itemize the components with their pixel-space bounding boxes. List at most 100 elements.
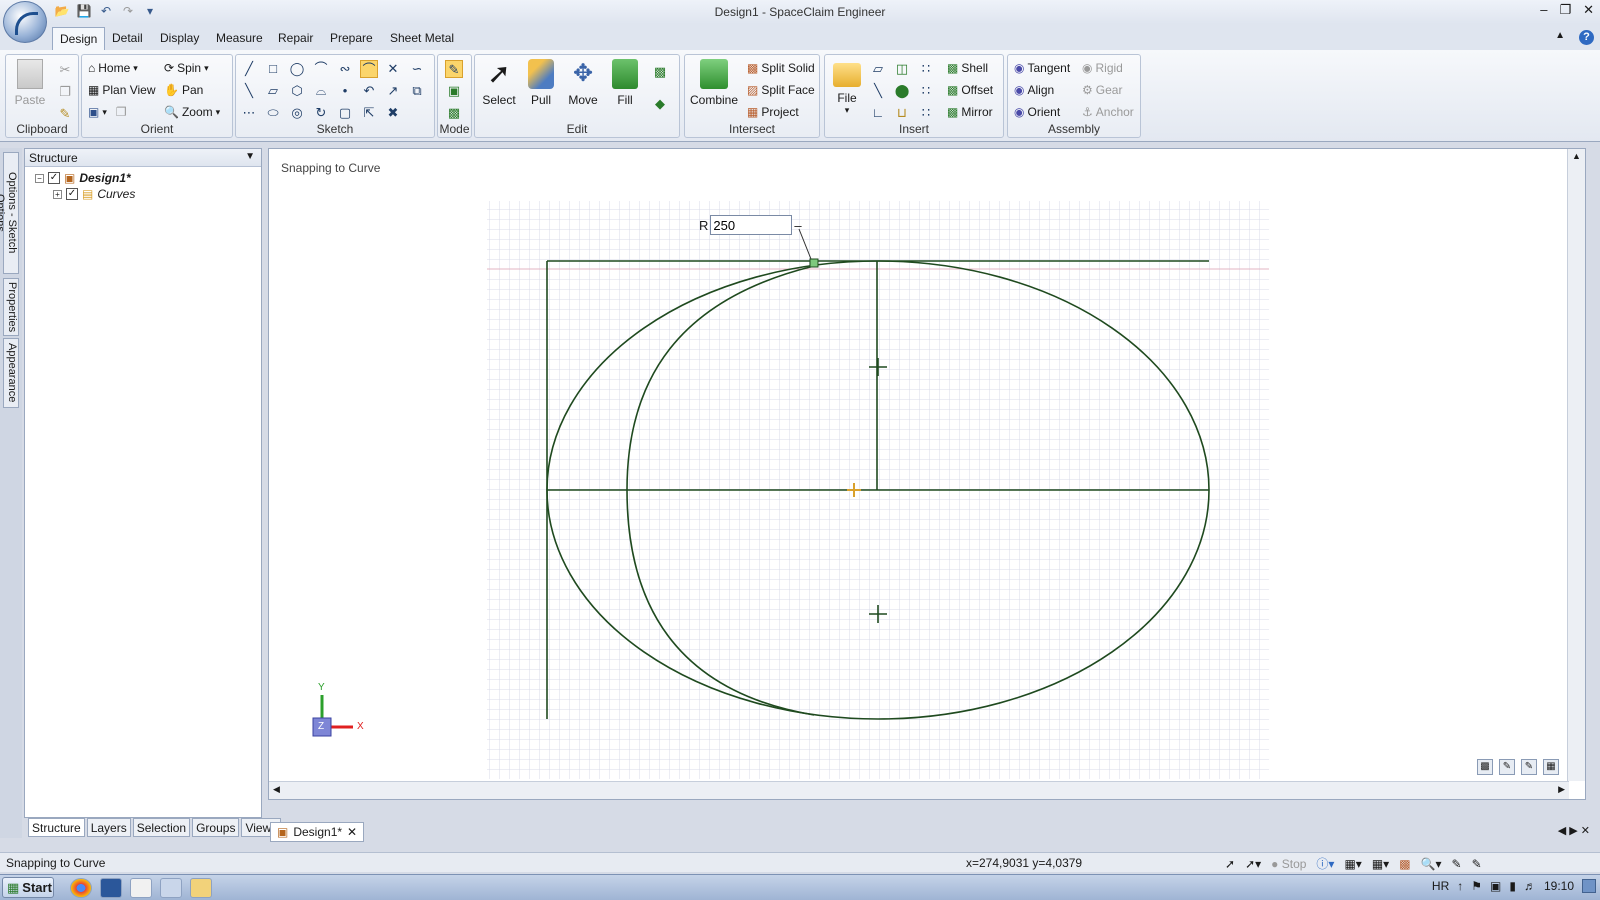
vertical-scrollbar[interactable]: ▲ bbox=[1567, 149, 1585, 781]
corner-icon[interactable]: ↻ bbox=[312, 104, 330, 122]
sketch-canvas[interactable] bbox=[269, 149, 1569, 781]
blend-icon[interactable]: ▩ bbox=[651, 63, 669, 81]
pan-button[interactable]: ✋ Pan bbox=[164, 83, 203, 97]
cylinder-icon[interactable]: ◫ bbox=[893, 60, 911, 78]
zoom-button[interactable]: 🔍 Zoom ▾ bbox=[164, 105, 220, 119]
paste-button[interactable]: Paste bbox=[10, 59, 50, 107]
tab-groups[interactable]: Groups bbox=[192, 818, 240, 837]
tab-measure[interactable]: Measure bbox=[209, 29, 270, 47]
side-tab-appearance[interactable]: Appearance bbox=[3, 338, 19, 408]
section-mode-icon[interactable]: ▣ bbox=[445, 82, 463, 100]
selection-filter-icon[interactable]: ➚ bbox=[1225, 857, 1235, 871]
volume-icon[interactable]: ♬ bbox=[1524, 879, 1536, 893]
chrome-icon[interactable] bbox=[70, 878, 92, 898]
sketch-status-icon[interactable]: ✎ bbox=[1452, 857, 1462, 871]
minimize-ribbon-icon[interactable]: ▲ bbox=[1555, 30, 1565, 45]
spaceclaim-icon[interactable] bbox=[130, 878, 152, 898]
edit-view-icon[interactable]: ✎ bbox=[1521, 759, 1537, 775]
split-solid-button[interactable]: ▩ Split Solid bbox=[747, 61, 815, 75]
close-tab-icon[interactable]: ✕ bbox=[347, 825, 357, 839]
tab-scroll-icon[interactable]: ◀ ▶ ✕ bbox=[1558, 824, 1590, 837]
sphere-icon[interactable]: ⬤ bbox=[893, 82, 911, 100]
pin-icon[interactable]: ▼ bbox=[245, 151, 255, 162]
combine-button[interactable]: Combine bbox=[689, 59, 739, 107]
grid-pattern-icon[interactable]: ∷ bbox=[917, 82, 935, 100]
construction-line-icon[interactable]: ⋯ bbox=[240, 104, 258, 122]
replace-icon[interactable]: ◆ bbox=[651, 95, 669, 113]
axis-icon[interactable]: ╲ bbox=[869, 82, 887, 100]
home-button[interactable]: ⌂ Home ▾ bbox=[88, 61, 138, 75]
info-icon[interactable]: ⓘ▾ bbox=[1316, 855, 1334, 872]
gear-button[interactable]: ⚙ Gear bbox=[1082, 83, 1122, 97]
explorer-icon[interactable] bbox=[190, 878, 212, 898]
tab-selection[interactable]: Selection bbox=[132, 818, 191, 837]
cut-icon[interactable]: ✂ bbox=[56, 61, 74, 79]
word-icon[interactable] bbox=[100, 878, 122, 898]
view-cube-button[interactable]: ▣ ▾ ❐ bbox=[88, 105, 127, 119]
bend-icon[interactable]: ∽ bbox=[408, 60, 426, 78]
doc-tab-design1[interactable]: ▣ Design1* ✕ bbox=[270, 822, 365, 842]
tab-display[interactable]: Display bbox=[153, 29, 206, 47]
selection-icon[interactable]: ▦▾ bbox=[1344, 857, 1361, 871]
stop-button[interactable]: ● Stop bbox=[1271, 857, 1306, 871]
sketch-view-icon[interactable]: ✎ bbox=[1499, 759, 1515, 775]
3d-mode-icon[interactable]: ▩ bbox=[445, 104, 463, 122]
show-desktop-icon[interactable] bbox=[1582, 879, 1596, 893]
zoom-status-icon[interactable]: 🔍▾ bbox=[1421, 857, 1442, 871]
start-button[interactable]: ▦ Start bbox=[2, 877, 54, 898]
network-icon[interactable]: ▣ bbox=[1490, 879, 1501, 893]
tangent-button[interactable]: ◉ Tangent bbox=[1014, 61, 1070, 75]
flag-icon[interactable]: ⚑ bbox=[1471, 879, 1482, 893]
horizontal-scrollbar[interactable]: ◀ ▶ bbox=[269, 781, 1569, 799]
trim-icon[interactable]: ✕ bbox=[384, 60, 402, 78]
expand-icon[interactable]: + bbox=[53, 189, 62, 199]
scroll-up-icon[interactable]: ▲ bbox=[1568, 151, 1585, 161]
display-view-icon[interactable]: ▦ bbox=[1543, 759, 1559, 775]
tab-repair[interactable]: Repair bbox=[271, 29, 320, 47]
side-tab-options[interactable]: Options - Sketch Options bbox=[0, 152, 19, 274]
select-button[interactable]: ➚ Select bbox=[479, 59, 519, 108]
offset-curve-icon[interactable]: ⧉ bbox=[408, 82, 426, 100]
solid-view-icon[interactable]: ▩ bbox=[1477, 759, 1493, 775]
pull-button[interactable]: Pull bbox=[521, 59, 561, 107]
tab-layers[interactable]: Layers bbox=[86, 818, 131, 837]
help-icon[interactable]: ? bbox=[1579, 30, 1594, 45]
render-icon[interactable]: ▩ bbox=[1399, 857, 1410, 871]
tab-prepare[interactable]: Prepare bbox=[323, 29, 380, 47]
file-button[interactable]: File ▾ bbox=[827, 59, 867, 116]
tab-detail[interactable]: Detail bbox=[105, 29, 150, 47]
split-curve-icon[interactable]: ✖ bbox=[384, 104, 402, 122]
three-point-circle-icon[interactable]: ◎ bbox=[288, 104, 306, 122]
move-button[interactable]: ✥ Move bbox=[563, 59, 603, 107]
pointer-icon[interactable]: ➚▾ bbox=[1245, 857, 1261, 871]
ellipse-icon[interactable]: ⬭ bbox=[264, 104, 282, 122]
collapse-icon[interactable]: − bbox=[35, 173, 44, 183]
three-point-arc-icon[interactable]: ⌓ bbox=[312, 82, 330, 100]
rectangle-icon[interactable]: □ bbox=[264, 60, 282, 78]
offset-button[interactable]: ▩ Offset bbox=[947, 83, 993, 97]
sweep-arc-icon[interactable]: ↶ bbox=[360, 82, 378, 100]
sketch-mode-icon[interactable]: ✎ bbox=[445, 60, 463, 78]
u-shape-icon[interactable]: ⊔ bbox=[893, 104, 911, 122]
view-style-icon[interactable]: ▦▾ bbox=[1372, 857, 1389, 871]
minimize-icon[interactable]: – bbox=[1540, 2, 1547, 18]
close-icon[interactable]: ✕ bbox=[1583, 2, 1594, 18]
project-to-sketch-icon[interactable]: ⇱ bbox=[360, 104, 378, 122]
measure-status-icon[interactable]: ✎ bbox=[1472, 857, 1482, 871]
app-logo[interactable] bbox=[3, 1, 47, 43]
snap-point[interactable] bbox=[809, 258, 819, 268]
window-icon[interactable] bbox=[160, 878, 182, 898]
maximize-icon[interactable]: ❐ bbox=[1559, 2, 1571, 18]
plane-icon[interactable]: ▱ bbox=[869, 60, 887, 78]
pattern-icon[interactable]: ∷ bbox=[917, 60, 935, 78]
origin-icon[interactable]: ∟ bbox=[869, 104, 887, 122]
fill-button[interactable]: Fill bbox=[605, 59, 645, 107]
tangent-arc-icon[interactable]: ⌒ bbox=[360, 60, 378, 78]
anchor-button[interactable]: ⚓ Anchor bbox=[1082, 105, 1134, 119]
spline-icon[interactable]: ∾ bbox=[336, 60, 354, 78]
plan-view-button[interactable]: ▦ Plan View bbox=[88, 83, 156, 97]
scroll-right-icon[interactable]: ▶ bbox=[1558, 784, 1565, 795]
point-icon[interactable]: • bbox=[336, 82, 354, 100]
visibility-checkbox[interactable]: ✓ bbox=[66, 188, 78, 200]
line-icon[interactable]: ╱ bbox=[240, 60, 258, 78]
